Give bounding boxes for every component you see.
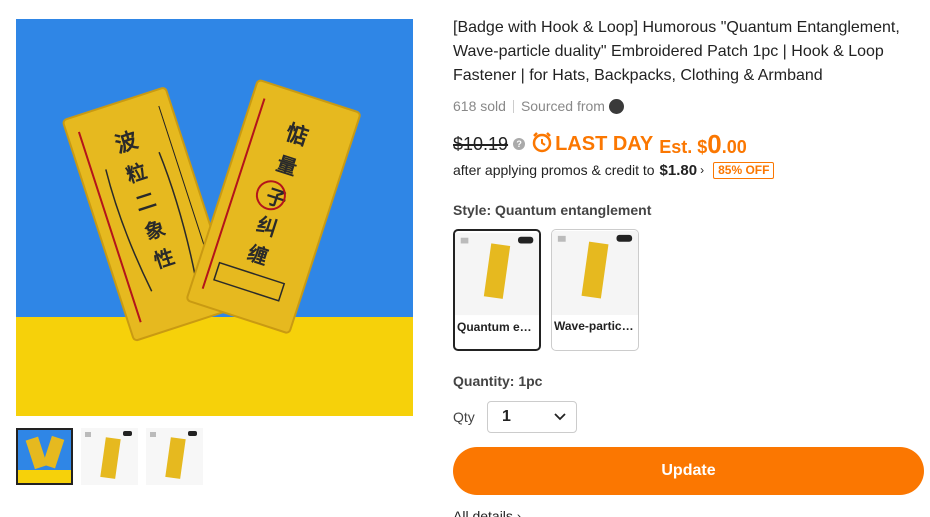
promo-row[interactable]: after applying promos & credit to $1.80 … [453, 160, 923, 180]
discount-badge: 85% OFF [713, 161, 775, 179]
style-label-text: Style: [453, 202, 492, 218]
sourced-from-label: Sourced from [520, 98, 605, 114]
est-cents: .00 [721, 136, 747, 157]
option-image [552, 230, 638, 316]
style-selected-value: Quantum entanglement [495, 202, 652, 218]
style-option-wave-particle[interactable]: Wave-particle... [551, 229, 639, 351]
thumbnail-3[interactable] [146, 428, 203, 485]
price-row: $10.19 ? LAST DAY Est. $0.00 [453, 129, 923, 159]
qty-value: 1 [502, 408, 511, 425]
thumbnail-2[interactable] [81, 428, 138, 485]
style-label: Style: Quantum entanglement [453, 202, 923, 218]
quantity-label-text: Quantity: [453, 373, 515, 389]
alarm-clock-icon [531, 131, 553, 158]
product-title: [Badge with Hook & Loop] Humorous "Quant… [453, 19, 900, 84]
brand-logo-icon[interactable] [608, 98, 624, 114]
option-image [455, 232, 539, 316]
main-product-image[interactable]: 波 粒 二 象 性 惦 量 子 纠 缠 [16, 19, 413, 416]
option-label: Quantum entangleme... [457, 320, 537, 334]
est-label: Est. $ [659, 136, 708, 157]
product-info: [Badge with Hook & Loop] Humorous "Quant… [453, 16, 923, 433]
est-whole: 0 [707, 128, 722, 159]
quantity-selected-value: 1pc [518, 373, 543, 389]
quantity-label: Quantity: 1pc [453, 373, 923, 389]
chevron-down-icon [554, 413, 566, 421]
style-option-quantum[interactable]: Quantum entangleme... [453, 229, 541, 351]
qty-text: Qty [453, 409, 475, 425]
thumbnail-1[interactable] [16, 428, 73, 485]
all-details-link[interactable]: All details › [453, 508, 521, 517]
option-label: Wave-particle... [554, 319, 636, 333]
style-options: Quantum entangleme... Wave-particle... [453, 229, 923, 351]
sales-meta: 618 sold Sourced from [453, 97, 923, 115]
chevron-right-icon: › [700, 163, 705, 177]
sold-count: 618 sold [453, 98, 506, 114]
question-icon[interactable]: ? [513, 138, 526, 150]
divider [512, 99, 514, 113]
thumbnail-strip [16, 428, 203, 485]
promo-text: after applying promos & credit to [453, 162, 655, 178]
update-button[interactable]: Update [453, 447, 924, 495]
last-day-label: LAST DAY [555, 132, 654, 155]
estimated-price: Est. $0.00 [659, 129, 747, 160]
quantity-select[interactable]: 1 [487, 401, 577, 433]
original-price: $10.19 [453, 133, 509, 154]
promo-price: $1.80 [659, 161, 698, 179]
qty-row: Qty 1 [453, 401, 923, 433]
